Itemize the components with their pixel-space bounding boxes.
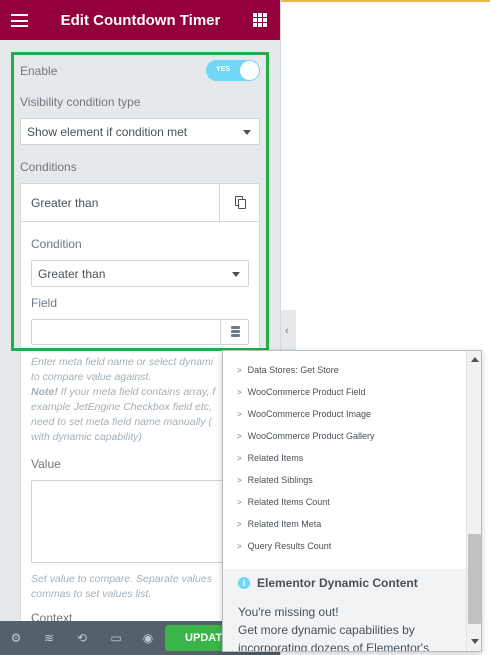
repeater-item-title: Greater than (31, 195, 99, 210)
dropdown-item-label: WooCommerce Product Field (247, 387, 366, 397)
scrollbar-thumb[interactable] (468, 534, 481, 624)
chevron-right-icon: > (237, 410, 242, 419)
value-help-line-1: Set value to compare. Separate values (31, 573, 212, 585)
panel-header: Edit Countdown Timer (0, 0, 280, 40)
enable-label: Enable (20, 64, 58, 78)
field-help-text: Enter meta field name or select dynami t… (31, 355, 226, 445)
dropdown-item[interactable]: > WooCommerce Product Image (237, 409, 371, 419)
pro-promo: i Elementor Dynamic Content You're missi… (223, 569, 466, 652)
condition-select[interactable]: Greater than (31, 260, 249, 287)
promo-title: Elementor Dynamic Content (257, 576, 418, 590)
dropdown-item-label: Related Item Meta (247, 519, 322, 529)
dropdown-item[interactable]: > Data Stores: Get Store (237, 365, 339, 375)
chevron-right-icon: > (237, 542, 242, 551)
settings-icon[interactable]: ⚙ (8, 630, 24, 646)
chevron-left-icon: ‹ (285, 325, 289, 337)
visibility-label: Visibility condition type (20, 95, 141, 109)
condition-label: Condition (31, 237, 82, 251)
navigator-icon[interactable]: ≋ (41, 630, 57, 646)
chevron-right-icon: > (237, 388, 242, 397)
chevron-right-icon: > (237, 454, 242, 463)
visibility-select-value: Show element if condition met (27, 124, 188, 139)
scroll-up-arrow[interactable] (471, 357, 479, 362)
chevron-down-icon (243, 129, 251, 135)
info-icon: i (238, 577, 250, 589)
database-icon (231, 326, 240, 338)
duplicate-button[interactable] (219, 184, 259, 222)
chevron-right-icon: > (237, 476, 242, 485)
dropdown-item[interactable]: > WooCommerce Product Gallery (237, 431, 375, 441)
dropdown-item-label: WooCommerce Product Gallery (247, 431, 375, 441)
promo-line-3: incorporating dozens of Elementor's (238, 641, 430, 652)
preview-top-border (281, 0, 490, 2)
dropdown-item[interactable]: > Related Item Meta (237, 519, 321, 529)
promo-text: You're missing out! Get more dynamic cap… (238, 603, 458, 652)
scroll-down-arrow[interactable] (471, 639, 479, 644)
hamburger-icon[interactable] (11, 14, 28, 27)
dynamic-tags-dropdown: > Data Stores: Get Store > WooCommerce Pro… (222, 350, 482, 652)
condition-select-value: Greater than (38, 266, 106, 281)
copy-icon-front (238, 199, 246, 209)
field-help-line-6: with dynamic capability) (31, 431, 142, 443)
dropdown-item-label: Related Items (247, 453, 304, 463)
field-help-line-1: Enter meta field name or select dynami (31, 356, 214, 368)
panel-collapse-button[interactable]: ‹ (281, 310, 296, 352)
chevron-right-icon: > (237, 498, 242, 507)
field-help-line-3-text: If your meta field contains array, f (57, 386, 216, 398)
dropdown-item-label: Data Stores: Get Store (247, 365, 339, 375)
field-help-line-5: need to set meta field name manually ( (31, 416, 212, 428)
promo-line-2: Get more dynamic capabilities by (238, 623, 415, 637)
chevron-down-icon (232, 271, 240, 277)
dropdown-scrollbar[interactable] (466, 351, 481, 651)
responsive-icon[interactable]: ▭ (108, 630, 124, 646)
conditions-label: Conditions (20, 160, 77, 174)
value-textarea[interactable] (31, 480, 226, 563)
history-icon[interactable]: ⟲ (74, 630, 90, 646)
value-help-text: Set value to compare. Separate values co… (31, 572, 226, 602)
dropdown-item[interactable]: > Related Items Count (237, 497, 330, 507)
chevron-right-icon: > (237, 432, 242, 441)
dropdown-item-label: Related Siblings (247, 475, 313, 485)
toggle-text: YES (216, 66, 231, 73)
dropdown-item-label: Related Items Count (247, 497, 330, 507)
chevron-right-icon: > (237, 366, 242, 375)
preview-eye-icon[interactable]: ◉ (140, 630, 156, 646)
dropdown-item[interactable]: > Query Results Count (237, 541, 331, 551)
value-help-line-2: commas to set values list. (31, 588, 152, 600)
dropdown-item-label: WooCommerce Product Image (247, 409, 372, 419)
panel-title: Edit Countdown Timer (60, 11, 221, 29)
field-help-note: Note! (31, 386, 58, 398)
dynamic-tags-button[interactable] (220, 320, 249, 344)
dropdown-item[interactable]: > Related Items (237, 453, 303, 463)
repeater-item-header[interactable]: Greater than (21, 184, 259, 222)
toggle-knob (240, 61, 259, 80)
dropdown-item-label: Query Results Count (247, 541, 332, 551)
grid-icon[interactable] (253, 13, 267, 27)
field-help-line-4: example JetEngine Checkbox field etc, (31, 401, 212, 413)
field-help-line-2: to compare value against. (31, 371, 152, 383)
value-label: Value (31, 457, 61, 471)
field-input[interactable] (31, 319, 249, 345)
dropdown-item[interactable]: > WooCommerce Product Field (237, 387, 366, 397)
visibility-select[interactable]: Show element if condition met (20, 118, 260, 145)
chevron-right-icon: > (237, 520, 242, 529)
promo-line-1: You're missing out! (238, 605, 339, 619)
field-help-line-3: Note! If your meta field contains array,… (31, 385, 226, 400)
dropdown-item[interactable]: > Related Siblings (237, 475, 313, 485)
editor-screen: Edit Countdown Timer Enable YES Visibili… (0, 0, 490, 655)
field-label: Field (31, 296, 58, 310)
enable-toggle[interactable]: YES (206, 60, 260, 81)
